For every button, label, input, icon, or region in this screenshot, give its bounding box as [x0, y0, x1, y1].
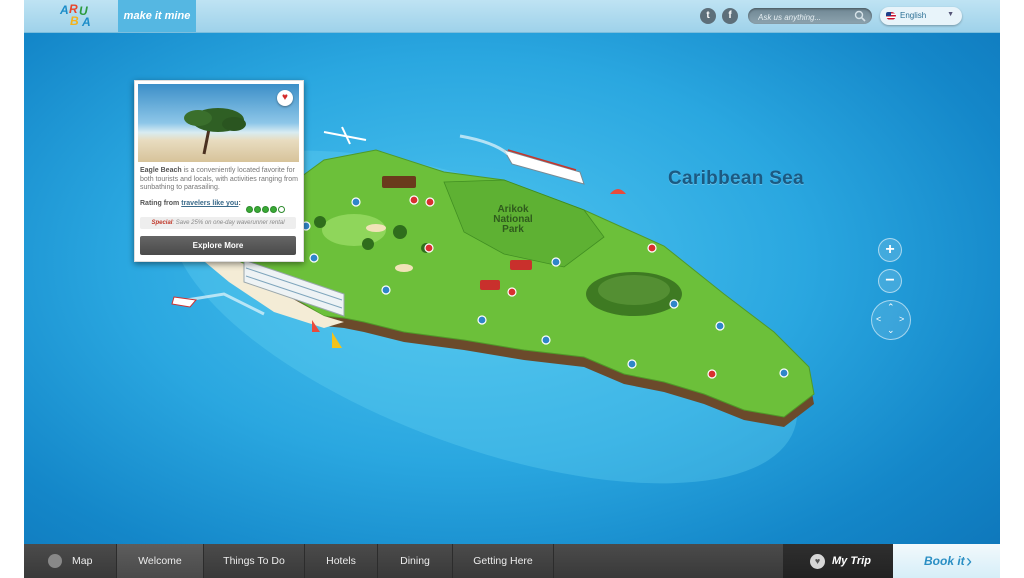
pan-right-icon[interactable]: >	[899, 315, 904, 324]
language-label: English	[900, 11, 927, 20]
pan-down-icon[interactable]: ⌄	[887, 326, 895, 335]
nav-welcome[interactable]: Welcome	[117, 544, 204, 578]
nav-map[interactable]: Map	[24, 544, 117, 578]
bottom-nav: Map Welcome Things To Do Hotels Dining G…	[24, 544, 1000, 578]
heart-icon: ♥	[810, 554, 825, 569]
caribbean-sea-label: Caribbean Sea	[668, 168, 804, 189]
my-trip-label: My Trip	[832, 555, 871, 567]
pan-control[interactable]: ⌃ < > ⌄	[871, 300, 911, 340]
rating-circles	[246, 200, 286, 218]
arikok-park-label[interactable]: Arikok National Park	[478, 205, 548, 235]
book-it-button[interactable]: Book it ›	[893, 544, 1000, 578]
app-window: A R U B A make it mine t f English ▼	[24, 0, 1000, 578]
search-icon[interactable]	[854, 10, 866, 22]
rating-label: Rating from travelers like you:	[140, 200, 241, 207]
place-photo: ♥	[138, 84, 299, 162]
rating-travelers-link[interactable]: travelers like you	[181, 200, 238, 207]
chevron-down-icon: ▼	[947, 11, 954, 18]
search-input[interactable]	[756, 9, 856, 25]
favorite-heart-button[interactable]: ♥	[277, 90, 293, 106]
island-map[interactable]: Caribbean Sea Arikok National Park + − ⌃…	[24, 32, 1000, 544]
place-description: Eagle Beach is a conveniently located fa…	[140, 167, 298, 193]
language-select[interactable]: English ▼	[880, 7, 962, 25]
rating-label-prefix: Rating from	[140, 200, 182, 207]
rating-circle	[254, 206, 261, 213]
us-flag-icon	[886, 12, 896, 20]
special-text: : Save 25% on one-day waverunner rental	[172, 220, 285, 226]
nav-things-to-do[interactable]: Things To Do	[204, 544, 305, 578]
pan-left-icon[interactable]: <	[876, 315, 881, 324]
nav-dining[interactable]: Dining	[378, 544, 453, 578]
pan-up-icon[interactable]: ⌃	[887, 303, 895, 312]
rating-circle	[262, 206, 269, 213]
top-bar: A R U B A make it mine t f English ▼	[24, 0, 1000, 33]
globe-icon	[48, 554, 62, 568]
special-offer: Special: Save 25% on one-day waverunner …	[140, 217, 296, 229]
nav-getting-here[interactable]: Getting Here	[453, 544, 554, 578]
twitter-icon[interactable]: t	[700, 8, 716, 24]
tagline[interactable]: make it mine	[118, 0, 196, 32]
place-info-card: ♥ Eagle Beach is a conveniently located …	[134, 80, 304, 262]
place-name[interactable]: Eagle Beach	[140, 167, 182, 174]
special-label: Special	[151, 220, 173, 226]
rating-circle	[246, 206, 253, 213]
book-it-label: Book it	[924, 554, 965, 568]
search-box	[748, 8, 872, 25]
facebook-icon[interactable]: f	[722, 8, 738, 24]
zoom-in-button[interactable]: +	[878, 238, 902, 262]
my-trip-button[interactable]: ♥ My Trip	[783, 544, 893, 578]
nav-map-label: Map	[72, 555, 93, 567]
aruba-logo[interactable]: A R U B A	[60, 2, 104, 29]
park-label-line: Park	[502, 224, 524, 235]
rating-label-suffix: :	[238, 200, 241, 207]
rating-circle	[278, 206, 285, 213]
explore-more-button[interactable]: Explore More	[140, 236, 296, 255]
zoom-out-button[interactable]: −	[878, 269, 902, 293]
chevron-right-icon: ›	[966, 551, 972, 571]
nav-hotels[interactable]: Hotels	[305, 544, 378, 578]
rating-circle	[270, 206, 277, 213]
